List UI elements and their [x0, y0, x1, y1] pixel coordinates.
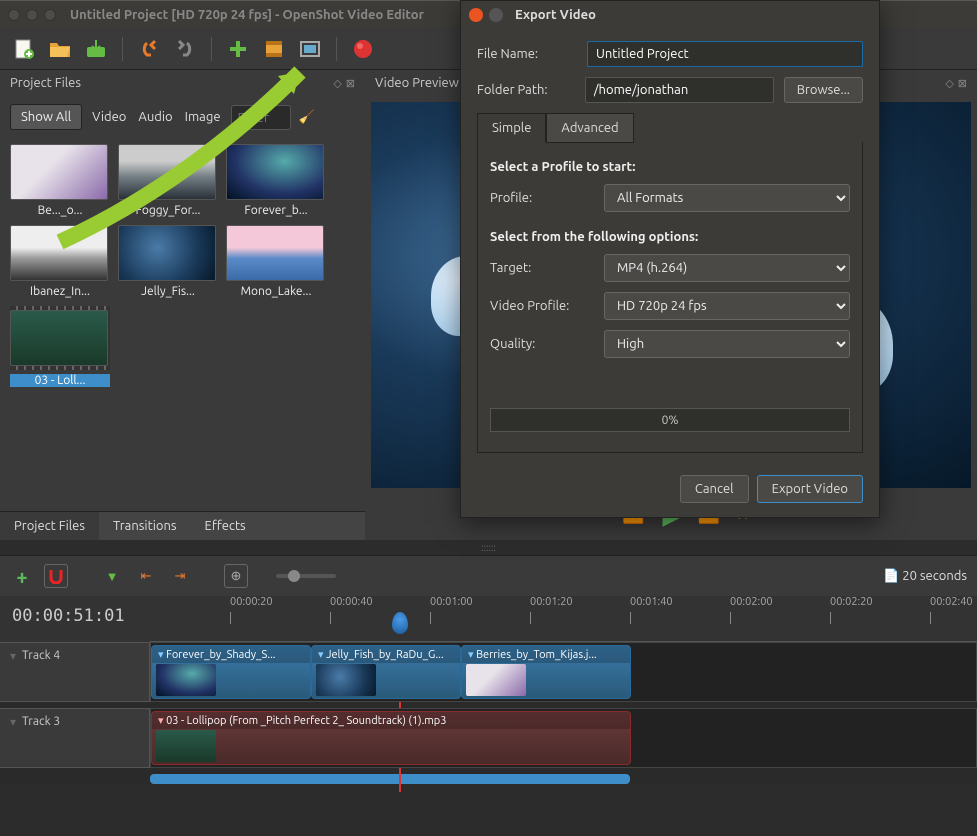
show-all-button[interactable]: Show All	[10, 104, 82, 130]
video-profile-select[interactable]: HD 720p 24 fps	[604, 292, 850, 320]
file-item[interactable]: Foggy_For...	[118, 144, 218, 217]
file-name-input[interactable]	[587, 41, 863, 67]
prev-marker-button[interactable]: ⇤	[134, 564, 158, 588]
file-name-label: File Name:	[477, 47, 577, 61]
tab-effects[interactable]: Effects	[191, 512, 260, 540]
panel-close-icon[interactable]: ⊠	[346, 77, 355, 90]
snap-button[interactable]	[44, 564, 68, 588]
zoom-level: 20 seconds	[902, 569, 967, 583]
file-item[interactable]: Mono_Lake...	[226, 225, 326, 298]
filter-image[interactable]: Image	[183, 106, 223, 128]
add-track-button[interactable]: +	[10, 564, 34, 588]
razor-button[interactable]: ▼	[100, 564, 124, 588]
filter-input[interactable]	[231, 105, 291, 130]
target-select[interactable]: MP4 (h.264)	[604, 254, 850, 282]
clip[interactable]: ▾ Berries_by_Tom_Kijas.j...	[461, 645, 631, 699]
quality-label: Quality:	[490, 337, 594, 351]
undo-button[interactable]	[135, 35, 163, 63]
track-lane[interactable]: ▾ 03 - Lollipop (From _Pitch Perfect 2_ …	[150, 708, 977, 768]
center-playhead-button[interactable]: ⊕	[224, 564, 248, 588]
fullscreen-button[interactable]	[296, 35, 324, 63]
export-progress: 0%	[490, 408, 850, 432]
undock-icon[interactable]: ◇	[333, 77, 341, 90]
select-profile-heading: Select a Profile to start:	[490, 160, 850, 174]
track-header[interactable]: ▾Track 3	[0, 708, 150, 768]
cancel-button[interactable]: Cancel	[680, 475, 749, 503]
file-item[interactable]: Forever_b...	[226, 144, 326, 217]
tab-transitions[interactable]: Transitions	[99, 512, 191, 540]
zoom-icon: 📄	[883, 569, 899, 583]
panel-close-icon[interactable]: ⊠	[958, 77, 967, 90]
file-item[interactable]: Jelly_Fis...	[118, 225, 218, 298]
tab-project-files[interactable]: Project Files	[0, 512, 99, 540]
window-title: Untitled Project [HD 720p 24 fps] - Open…	[70, 8, 424, 22]
folder-path-input[interactable]	[585, 77, 774, 103]
minimize-icon[interactable]	[26, 9, 38, 21]
file-item[interactable]: Be..._o...	[10, 144, 110, 217]
tab-advanced[interactable]: Advanced	[546, 113, 633, 143]
profile-button[interactable]	[260, 35, 288, 63]
import-files-button[interactable]	[224, 35, 252, 63]
clear-filter-icon[interactable]: 🧹	[299, 110, 315, 125]
track-header[interactable]: ▾Track 4	[0, 642, 150, 702]
export-button[interactable]	[349, 35, 377, 63]
save-project-button[interactable]	[82, 35, 110, 63]
minimize-icon[interactable]	[489, 8, 503, 22]
profile-select[interactable]: All Formats	[604, 184, 850, 212]
file-item[interactable]: 03 - Loll...	[10, 306, 110, 387]
timeline-scrollbar[interactable]	[150, 774, 630, 784]
target-label: Target:	[490, 261, 594, 275]
new-project-button[interactable]	[10, 35, 38, 63]
quality-select[interactable]: High	[604, 330, 850, 358]
filter-video[interactable]: Video	[90, 106, 128, 128]
file-item[interactable]: Ibanez_In...	[10, 225, 110, 298]
timeline-tracks: ▾Track 4 ▾ Forever_by_Shady_S... ▾ Jelly…	[0, 642, 977, 784]
zoom-slider[interactable]	[276, 574, 336, 578]
video-preview-title: Video Preview	[375, 76, 459, 90]
timeline-ruler[interactable]: 00:00:20 00:00:40 00:01:00 00:01:20 00:0…	[150, 596, 977, 642]
redo-button[interactable]	[171, 35, 199, 63]
filter-audio[interactable]: Audio	[136, 106, 174, 128]
export-video-dialog: Export Video File Name: Folder Path: Bro…	[460, 0, 880, 518]
dialog-title: Export Video	[515, 8, 596, 22]
clip[interactable]: ▾ Jelly_Fish_by_RaDu_G...	[311, 645, 461, 699]
browse-button[interactable]: Browse...	[784, 77, 863, 103]
export-video-button[interactable]: Export Video	[757, 475, 863, 503]
timecode-display: 00:00:51:01	[0, 596, 150, 642]
clip[interactable]: ▾ Forever_by_Shady_S...	[151, 645, 311, 699]
undock-icon[interactable]: ◇	[945, 77, 953, 90]
folder-path-label: Folder Path:	[477, 83, 575, 97]
maximize-icon[interactable]	[44, 9, 56, 21]
close-icon[interactable]	[469, 8, 483, 22]
next-marker-button[interactable]: ⇥	[168, 564, 192, 588]
tab-simple[interactable]: Simple	[477, 113, 546, 143]
project-files-title: Project Files	[10, 76, 81, 90]
clip[interactable]: ▾ 03 - Lollipop (From _Pitch Perfect 2_ …	[151, 711, 631, 765]
project-files-panel: Project Files ◇ ⊠ Show All Video Audio Im…	[0, 70, 365, 540]
select-options-heading: Select from the following options:	[490, 230, 850, 244]
profile-label: Profile:	[490, 191, 594, 205]
video-profile-label: Video Profile:	[490, 299, 594, 313]
timeline-toolbar: + ▼ ⇤ ⇥ ⊕ 📄 20 seconds	[0, 555, 977, 596]
close-icon[interactable]	[8, 9, 20, 21]
open-project-button[interactable]	[46, 35, 74, 63]
track-lane[interactable]: ▾ Forever_by_Shady_S... ▾ Jelly_Fish_by_…	[150, 642, 977, 702]
playhead[interactable]	[392, 612, 408, 634]
